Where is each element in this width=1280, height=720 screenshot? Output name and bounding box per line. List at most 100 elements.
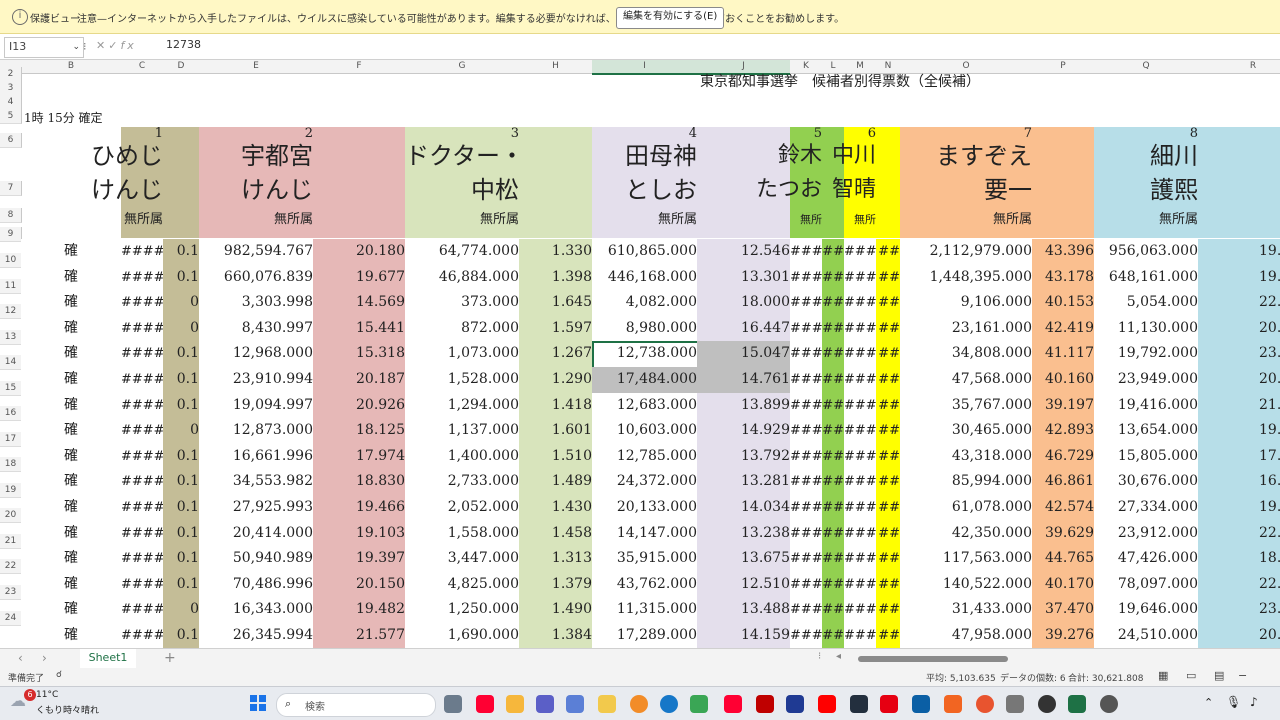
data-cell[interactable]: 確 xyxy=(21,393,122,421)
data-cell[interactable]: 0.1 xyxy=(163,469,204,497)
data-cell[interactable]: ### xyxy=(790,623,824,648)
data-cell[interactable]: #### xyxy=(121,623,165,648)
data-cell[interactable]: 確 xyxy=(21,316,122,344)
widgets-icon[interactable] xyxy=(566,695,584,713)
data-cell[interactable]: 確 xyxy=(21,239,122,267)
column-header[interactable]: P xyxy=(1032,60,1095,74)
task-view-icon[interactable] xyxy=(444,695,462,713)
data-cell[interactable]: ### xyxy=(844,418,878,446)
data-cell[interactable]: 確 xyxy=(21,572,122,600)
data-cell[interactable]: 2,112,979.000 xyxy=(900,239,1037,267)
row-header[interactable]: 2 xyxy=(0,67,22,82)
row-header[interactable]: 12 xyxy=(0,304,22,319)
data-cell[interactable]: 872.000 xyxy=(405,316,524,344)
yahoo-news-icon[interactable] xyxy=(724,695,742,713)
row-header[interactable]: 10 xyxy=(0,253,22,268)
data-cell[interactable]: 39.629 xyxy=(1032,521,1099,549)
data-cell[interactable]: 46,884.000 xyxy=(405,265,524,293)
data-cell[interactable]: 47,568.000 xyxy=(900,367,1037,395)
data-cell[interactable]: 648,161.000 xyxy=(1094,265,1203,293)
data-cell[interactable]: ## xyxy=(876,572,902,600)
data-cell[interactable]: 12,785.000 xyxy=(592,444,702,472)
data-cell[interactable]: ### xyxy=(844,597,878,625)
row-header[interactable]: 9 xyxy=(0,227,22,242)
youtube-icon[interactable] xyxy=(818,695,836,713)
data-cell[interactable]: 23.379 xyxy=(1198,341,1280,369)
data-cell[interactable]: ## xyxy=(822,469,846,497)
row-header[interactable]: 18 xyxy=(0,457,22,472)
data-cell[interactable]: 確 xyxy=(21,623,122,648)
row-header[interactable]: 17 xyxy=(0,432,22,447)
data-cell[interactable]: 15.047 xyxy=(697,341,795,369)
data-cell[interactable]: 2,052.000 xyxy=(405,495,524,523)
data-cell[interactable]: ### xyxy=(844,316,878,344)
data-cell[interactable]: 23,910.994 xyxy=(199,367,318,395)
column-header[interactable]: O xyxy=(900,60,1033,74)
data-cell[interactable]: ## xyxy=(822,495,846,523)
mail-icon[interactable] xyxy=(944,695,962,713)
column-header[interactable]: F xyxy=(313,60,406,74)
chevron-down-icon[interactable]: ⌄ xyxy=(72,38,80,56)
data-cell[interactable]: 1.379 xyxy=(519,572,597,600)
teams-icon[interactable] xyxy=(536,695,554,713)
data-cell[interactable]: 13.301 xyxy=(697,265,795,293)
data-cell[interactable]: 19,646.000 xyxy=(1094,597,1203,625)
data-cell[interactable]: 5,054.000 xyxy=(1094,290,1203,318)
data-cell[interactable]: 30,676.000 xyxy=(1094,469,1203,497)
data-cell[interactable]: 16,661.996 xyxy=(199,444,318,472)
data-cell[interactable]: 21.577 xyxy=(313,623,410,648)
data-cell[interactable]: ## xyxy=(876,495,902,523)
data-cell[interactable]: ## xyxy=(822,418,846,446)
data-cell[interactable]: ## xyxy=(822,623,846,648)
browser-icon[interactable] xyxy=(690,695,708,713)
data-cell[interactable]: 1.418 xyxy=(519,393,597,421)
chevron-left-icon[interactable]: ‹ xyxy=(18,651,23,665)
data-cell[interactable]: 117,563.000 xyxy=(900,546,1037,574)
selected-cell[interactable]: 12,738.000 xyxy=(592,341,702,369)
data-cell[interactable]: 0.1 xyxy=(163,444,204,472)
enable-editing-button[interactable]: 編集を有効にする(E) xyxy=(616,7,725,29)
data-cell[interactable]: 446,168.000 xyxy=(592,265,702,293)
data-cell[interactable]: 1.510 xyxy=(519,444,597,472)
data-cell[interactable]: 13.488 xyxy=(697,597,795,625)
data-cell[interactable]: 1.458 xyxy=(519,521,597,549)
data-cell[interactable]: 43.396 xyxy=(1032,239,1099,267)
data-cell[interactable]: 43,762.000 xyxy=(592,572,702,600)
data-cell[interactable]: 21.278 xyxy=(1198,393,1280,421)
data-cell[interactable]: 42,350.000 xyxy=(900,521,1037,549)
data-cell[interactable]: ### xyxy=(844,239,878,267)
data-cell[interactable]: 確 xyxy=(21,546,122,574)
data-cell[interactable]: ## xyxy=(822,572,846,600)
data-cell[interactable]: 11,130.000 xyxy=(1094,316,1203,344)
data-cell[interactable]: ### xyxy=(844,469,878,497)
data-cell[interactable]: 0.1 xyxy=(163,623,204,648)
fx-icon[interactable]: ✕✓fx xyxy=(96,39,137,52)
data-cell[interactable]: 20.180 xyxy=(313,239,410,267)
row-header[interactable]: 23 xyxy=(0,585,22,600)
file-explorer-icon[interactable] xyxy=(598,695,616,713)
row-header[interactable]: 11 xyxy=(0,279,22,294)
data-cell[interactable]: 19.103 xyxy=(313,521,410,549)
data-cell[interactable]: ## xyxy=(876,521,902,549)
data-cell[interactable]: 19,416.000 xyxy=(1094,393,1203,421)
data-cell[interactable]: 660,076.839 xyxy=(199,265,318,293)
data-cell[interactable]: 確 xyxy=(21,367,122,395)
data-cell[interactable]: 13.792 xyxy=(697,444,795,472)
chevron-right-icon[interactable]: › xyxy=(42,651,47,665)
data-cell[interactable]: ### xyxy=(790,546,824,574)
data-cell[interactable]: 18.058 xyxy=(1198,546,1280,574)
data-cell[interactable]: 17,484.000 xyxy=(592,367,702,395)
data-cell[interactable]: ### xyxy=(790,469,824,497)
row-header[interactable]: 16 xyxy=(0,406,22,421)
data-cell[interactable]: ### xyxy=(790,444,824,472)
data-cell[interactable]: #### xyxy=(121,546,165,574)
data-cell[interactable]: 0.1 xyxy=(163,572,204,600)
data-cell[interactable]: #### xyxy=(121,341,165,369)
data-cell[interactable]: 27,334.000 xyxy=(1094,495,1203,523)
chatgpt-icon[interactable] xyxy=(1038,695,1056,713)
data-cell[interactable]: 14.034 xyxy=(697,495,795,523)
data-cell[interactable]: ### xyxy=(790,265,824,293)
data-cell[interactable]: 1,690.000 xyxy=(405,623,524,648)
data-cell[interactable]: 17,289.000 xyxy=(592,623,702,648)
data-cell[interactable]: 27,925.993 xyxy=(199,495,318,523)
